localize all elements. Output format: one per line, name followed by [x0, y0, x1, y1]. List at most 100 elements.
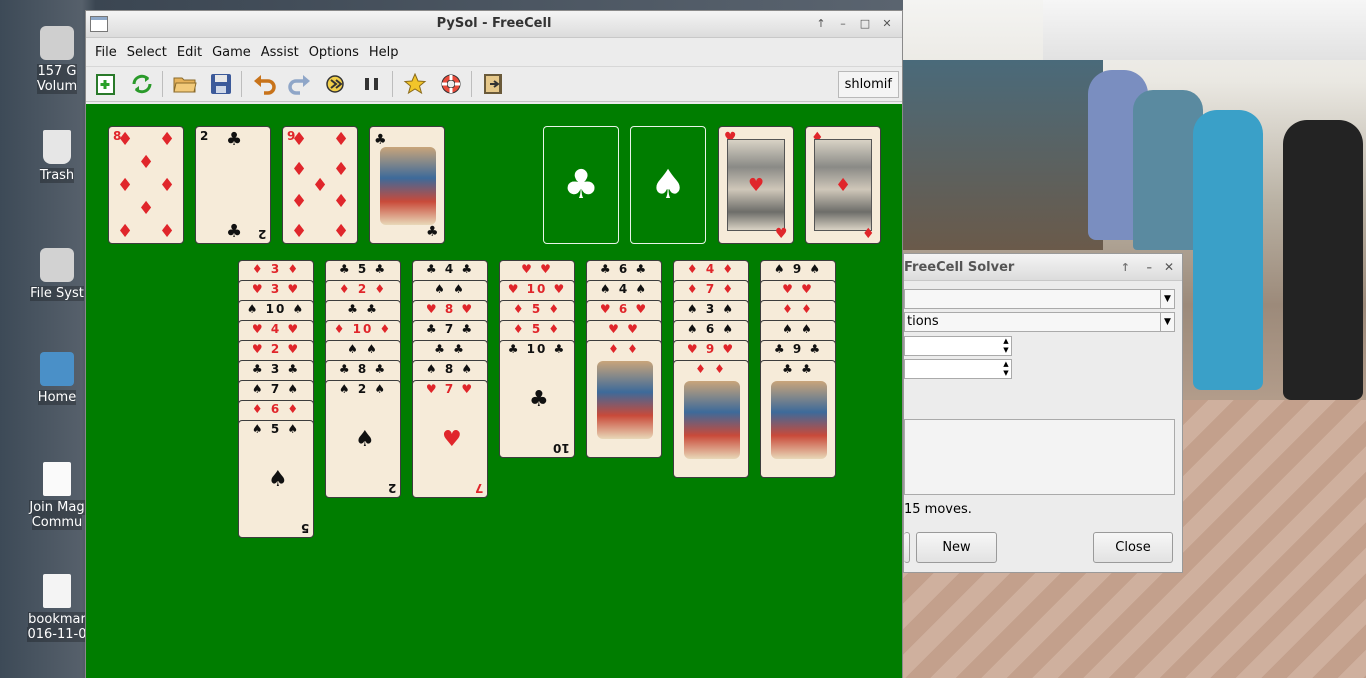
solver-close-icon[interactable]: ✕ [1164, 254, 1174, 281]
menu-file[interactable]: File [90, 45, 122, 60]
solver-new-button[interactable]: New [916, 532, 997, 563]
jack-of-clubs-face [380, 147, 436, 225]
spade-icon: ♠ [425, 362, 439, 376]
solver-method-combo[interactable]: tions ▼ [904, 312, 1175, 332]
spade-icon: ♠ [347, 342, 360, 356]
club-icon: ♣ [782, 362, 795, 376]
toolbar-separator [162, 71, 163, 97]
desktop-icon-bookmark[interactable]: bookmar 016-11-0 [22, 574, 92, 642]
heart-icon: ♥ [553, 282, 567, 296]
minimize-button[interactable]: – [834, 16, 852, 32]
tableau-card[interactable]: ♠ 2 ♠ ♠ 2 [325, 380, 401, 498]
player-name[interactable]: shlomif [837, 71, 899, 98]
redo-button[interactable] [286, 70, 314, 98]
foundation-clubs[interactable]: ♣ [543, 126, 619, 244]
diamond-icon: ♦ [159, 175, 176, 196]
spade-icon: ♠ [722, 322, 736, 336]
rules-button[interactable] [437, 70, 465, 98]
shade-button[interactable]: ↑ [812, 16, 830, 32]
solver-preset-combo[interactable]: ▼ [904, 289, 1175, 309]
spade-icon: ♠ [287, 382, 301, 396]
desktop-icon-join[interactable]: Join Mag Commu [22, 462, 92, 530]
drive-icon [40, 248, 74, 282]
spade-icon: ♠ [686, 302, 700, 316]
diamond-icon: ♦ [512, 302, 526, 316]
tableau-card[interactable]: ♠ 5 ♠ ♠ 5 [238, 420, 314, 538]
menu-help[interactable]: Help [364, 45, 404, 60]
tableau-card[interactable]: ♦ ♦ [673, 360, 749, 478]
open-button[interactable] [171, 70, 199, 98]
solver-maximize-button[interactable]: ↑ [1121, 254, 1130, 281]
card-corner: ♦ 5 ♦ [500, 302, 574, 320]
desktop-icon-filesystem[interactable]: File Syst [22, 248, 92, 301]
restart-button[interactable] [128, 70, 156, 98]
tableau-card[interactable]: ♦ ♦ [586, 340, 662, 458]
statistics-button[interactable] [401, 70, 429, 98]
foundation-hearts[interactable]: ♥ ♥ ♥ [718, 126, 794, 244]
heart-icon: ♥ [442, 427, 462, 452]
tableau-card[interactable]: ♣ 10 ♣ ♣ 10 [499, 340, 575, 458]
diamond-icon: ♦ [627, 342, 640, 356]
heart-icon: ♥ [251, 342, 265, 356]
desktop-icon-label: 157 G [37, 64, 77, 79]
menu-options[interactable]: Options [304, 45, 364, 60]
freecell-card[interactable]: 9 ♦ ♦ ♦ ♦ ♦ ♦ ♦ ♦ ♦ [282, 126, 358, 244]
card-corner: ♥ 9 ♥ [674, 342, 748, 360]
club-icon: ♣ [773, 342, 787, 356]
card-corner: ♠ ♠ [413, 282, 487, 300]
freecell-card[interactable]: ♣ ♣ [369, 126, 445, 244]
foundation-spades[interactable]: ♠ [630, 126, 706, 244]
menu-game[interactable]: Game [207, 45, 256, 60]
folder-open-icon [173, 77, 197, 93]
quit-button[interactable] [480, 70, 508, 98]
heart-icon: ♥ [461, 382, 475, 396]
freecell-card[interactable]: 2 ♣ ♣ 2 [195, 126, 271, 244]
tableau-card[interactable]: ♥ 7 ♥ ♥ 7 [412, 380, 488, 498]
autodrop-button[interactable] [322, 70, 350, 98]
tableau-card[interactable]: ♣ ♣ [760, 360, 836, 478]
save-button[interactable] [207, 70, 235, 98]
club-icon: ♣ [434, 342, 447, 356]
lifebuoy-icon [441, 74, 461, 94]
menu-edit[interactable]: Edit [172, 45, 207, 60]
foundation-diamonds[interactable]: ♦ ♦ ♦ [805, 126, 881, 244]
diamond-icon: ♦ [159, 221, 176, 242]
desktop-icon-label: bookmar [28, 612, 86, 627]
heart-icon: ♥ [251, 322, 265, 336]
undo-button[interactable] [250, 70, 278, 98]
new-game-button[interactable] [92, 70, 120, 98]
club-icon: ♣ [599, 262, 613, 276]
home-folder-icon [40, 352, 74, 386]
spin-arrows-icon[interactable]: ▲ ▼ [1001, 337, 1011, 355]
desktop-icon-trash[interactable]: Trash [22, 130, 92, 183]
menu-assist[interactable]: Assist [256, 45, 304, 60]
spade-icon: ♠ [246, 302, 260, 316]
card-corner: ♦ 6 ♦ [239, 402, 313, 420]
diamond-icon: ♦ [251, 402, 265, 416]
spin-arrows-icon[interactable]: ▲ ▼ [1001, 360, 1011, 378]
desktop-icon-volume[interactable]: 157 G Volum [22, 26, 92, 94]
pause-button[interactable] [358, 70, 386, 98]
menubar: File Select Edit Game Assist Options Hel… [86, 38, 902, 66]
solver-spin-2[interactable]: ▲ ▼ [904, 359, 1012, 379]
close-button[interactable]: ✕ [878, 16, 896, 32]
undo-icon [254, 75, 276, 95]
desktop-icon-home[interactable]: Home [22, 352, 92, 405]
spade-icon: ♠ [355, 427, 375, 452]
diamond-icon: ♦ [862, 226, 875, 242]
diamond-icon: ♦ [159, 129, 176, 150]
freecell-card[interactable]: 8 ♦ ♦ ♦ ♦ ♦ ♦ ♦ ♦ [108, 126, 184, 244]
maximize-button[interactable]: □ [856, 16, 874, 32]
card-rank: 6 [618, 302, 630, 316]
desktop-icon-label: Volum [36, 79, 78, 94]
diamond-icon: ♦ [835, 175, 852, 196]
solver-spin-1[interactable]: ▲ ▼ [904, 336, 1012, 356]
solver-output[interactable] [904, 419, 1175, 495]
solver-minimize-button[interactable]: – [1147, 254, 1153, 281]
card-rank: 10 [553, 441, 570, 455]
club-icon: ♣ [425, 322, 439, 336]
menu-select[interactable]: Select [122, 45, 172, 60]
solver-hidden-button[interactable] [904, 532, 910, 563]
heart-icon: ♥ [627, 322, 640, 336]
solver-close-button[interactable]: Close [1093, 532, 1173, 563]
